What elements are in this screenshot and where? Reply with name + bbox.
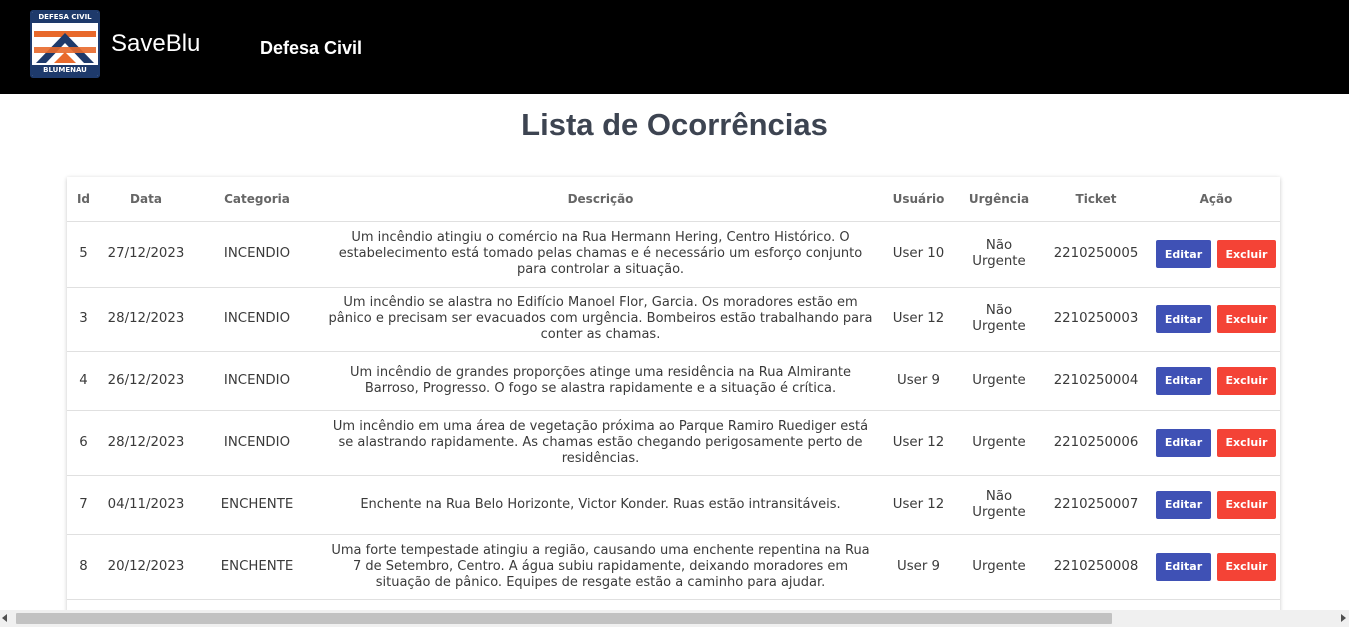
edit-button[interactable]: Editar [1156,366,1211,395]
cell-id: 3 [67,287,100,352]
cell-categoria: ENCHENTE [192,534,322,600]
cell-usuario: User 12 [879,287,958,352]
cell-acao: Editar Excluir [1152,351,1280,411]
cell-categoria: ENCHENTE [192,475,322,535]
logo-emblem-icon [32,23,98,67]
table-row: 7 04/11/2023 ENCHENTE Enchente na Rua Be… [67,475,1280,535]
cell-descricao: Enchente na Rua Belo Horizonte, Victor K… [322,475,879,535]
cell-urgencia: Não Urgente [958,287,1040,352]
cell-acao: Editar Excluir [1152,410,1280,476]
scroll-left-arrow-icon[interactable] [2,614,7,622]
cell-usuario: User 12 [879,475,958,535]
column-header-data: Data [100,177,192,222]
nav-link-defesa-civil[interactable]: Defesa Civil [260,38,362,59]
delete-button[interactable]: Excluir [1217,305,1276,333]
cell-usuario: User 9 [879,534,958,600]
cell-ticket: 2210250003 [1040,287,1152,352]
brand-name[interactable]: SaveBlu [111,30,200,58]
table-header-row: Id Data Categoria Descrição Usuário Urgê… [67,177,1280,222]
cell-acao: Editar Excluir [1152,534,1280,600]
cell-usuario: User 12 [879,410,958,476]
cell-acao: Editar Excluir [1152,221,1280,288]
cell-data: 04/11/2023 [100,475,192,535]
column-header-acao: Ação [1152,177,1280,222]
edit-button[interactable]: Editar [1156,490,1211,519]
page-title: Lista de Ocorrências [521,107,828,142]
column-header-usuario: Usuário [879,177,958,222]
delete-button[interactable]: Excluir [1217,366,1276,395]
cell-ticket: 2210250007 [1040,475,1152,535]
cell-urgencia: Não Urgente [958,475,1040,535]
edit-button[interactable]: Editar [1156,428,1211,457]
cell-id: 7 [67,475,100,535]
table-row: 3 28/12/2023 INCENDIO Um incêndio se ala… [67,287,1280,352]
table-row: 6 28/12/2023 INCENDIO Um incêndio em uma… [67,410,1280,476]
cell-descricao: Um incêndio em uma área de vegetação pró… [322,410,879,476]
cell-acao: Editar Excluir [1152,475,1280,535]
column-header-urgencia: Urgência [958,177,1040,222]
cell-ticket: 2210250006 [1040,410,1152,476]
logo-bottom-text: BLUMENAU [32,65,98,76]
table-row: 8 20/12/2023 ENCHENTE Uma forte tempesta… [67,534,1280,600]
column-header-ticket: Ticket [1040,177,1152,222]
cell-categoria: INCENDIO [192,351,322,411]
cell-data: 28/12/2023 [100,410,192,476]
column-header-categoria: Categoria [192,177,322,222]
edit-button[interactable]: Editar [1156,552,1211,581]
occurrences-table: Id Data Categoria Descrição Usuário Urgê… [67,177,1280,600]
column-header-descricao: Descrição [322,177,879,222]
cell-descricao: Um incêndio atingiu o comércio na Rua He… [322,221,879,288]
cell-ticket: 2210250008 [1040,534,1152,600]
table-row: 5 27/12/2023 INCENDIO Um incêndio atingi… [67,221,1280,288]
cell-categoria: INCENDIO [192,410,322,476]
cell-urgencia: Não Urgente [958,221,1040,288]
cell-acao: Editar Excluir [1152,287,1280,352]
cell-descricao: Um incêndio de grandes proporções atinge… [322,351,879,411]
delete-button[interactable]: Excluir [1217,490,1276,519]
cell-descricao: Um incêndio se alastra no Edifício Manoe… [322,287,879,352]
cell-data: 27/12/2023 [100,221,192,288]
delete-button[interactable]: Excluir [1217,240,1276,268]
cell-categoria: INCENDIO [192,287,322,352]
cell-urgencia: Urgente [958,534,1040,600]
delete-button[interactable]: Excluir [1217,552,1276,581]
cell-ticket: 2210250004 [1040,351,1152,411]
cell-descricao: Uma forte tempestade atingiu a região, c… [322,534,879,600]
defesa-civil-logo[interactable]: DEFESA CIVIL BLUMENAU [30,10,100,78]
occurrences-table-card: Id Data Categoria Descrição Usuário Urgê… [67,177,1280,627]
cell-id: 4 [67,351,100,411]
horizontal-scrollbar[interactable] [0,610,1349,627]
cell-urgencia: Urgente [958,410,1040,476]
cell-data: 20/12/2023 [100,534,192,600]
cell-data: 26/12/2023 [100,351,192,411]
logo-top-text: DEFESA CIVIL [32,12,98,23]
column-header-id: Id [67,177,100,222]
cell-urgencia: Urgente [958,351,1040,411]
cell-data: 28/12/2023 [100,287,192,352]
table-row: 4 26/12/2023 INCENDIO Um incêndio de gra… [67,351,1280,411]
cell-usuario: User 9 [879,351,958,411]
scrollbar-thumb[interactable] [16,613,1112,624]
delete-button[interactable]: Excluir [1217,428,1276,457]
edit-button[interactable]: Editar [1156,305,1211,333]
cell-ticket: 2210250005 [1040,221,1152,288]
cell-id: 6 [67,410,100,476]
cell-id: 5 [67,221,100,288]
top-navbar: DEFESA CIVIL BLUMENAU SaveBlu Defesa Civ… [0,0,1349,94]
cell-usuario: User 10 [879,221,958,288]
cell-id: 8 [67,534,100,600]
scroll-right-arrow-icon[interactable] [1341,614,1346,622]
edit-button[interactable]: Editar [1156,240,1211,268]
cell-categoria: INCENDIO [192,221,322,288]
